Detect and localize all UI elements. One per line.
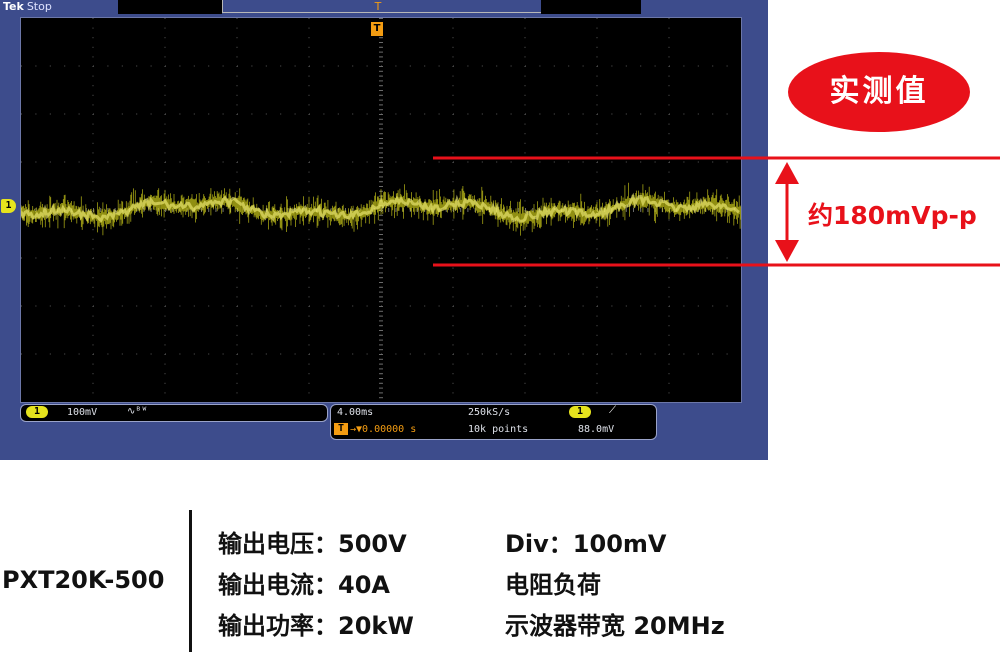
sample-rate: 250kS/s (468, 407, 511, 418)
spec-output-voltage: 输出电压：500V (218, 530, 407, 558)
spec-output-power: 输出功率：20kW (218, 612, 414, 640)
trigger-source-chip: 1 (569, 406, 591, 418)
arrow-down-icon (775, 240, 799, 262)
trigger-slope-icon: ⟋ (609, 405, 616, 416)
spec-divider (189, 510, 192, 652)
trigger-delay: →▼0.00000 s (350, 424, 417, 435)
vpp-label: 约180mVp-p (808, 201, 977, 230)
ch1-scale: 100mV (67, 407, 98, 418)
spec-bandwidth: 示波器带宽 20MHz (505, 612, 725, 640)
trigger-mode-icon: T (334, 423, 348, 435)
spec-load: 电阻负荷 (505, 571, 601, 599)
timebase-trigger-readout[interactable]: 4.00ms 250kS/s 1 ⟋ T →▼0.00000 s 10k poi… (330, 404, 657, 440)
time-scale: 4.00ms (337, 407, 374, 418)
vpp-measure-overlay (433, 156, 1000, 267)
spec-output-current: 输出电流：40A (218, 571, 390, 599)
record-length: 10k points (468, 424, 529, 435)
ch1-chip: 1 (26, 406, 48, 418)
measured-value-badge: 实测值 (788, 52, 970, 132)
bandwidth-limit-icon: ∿ᴮᵂ (127, 406, 148, 417)
channel-readout[interactable]: 1 100mV ∿ᴮᵂ (20, 404, 328, 422)
trigger-level: 88.0mV (578, 424, 615, 435)
spec-division: Div：100mV (505, 530, 667, 558)
arrow-up-icon (775, 162, 799, 184)
model-name: PXT20K-500 (2, 566, 165, 594)
